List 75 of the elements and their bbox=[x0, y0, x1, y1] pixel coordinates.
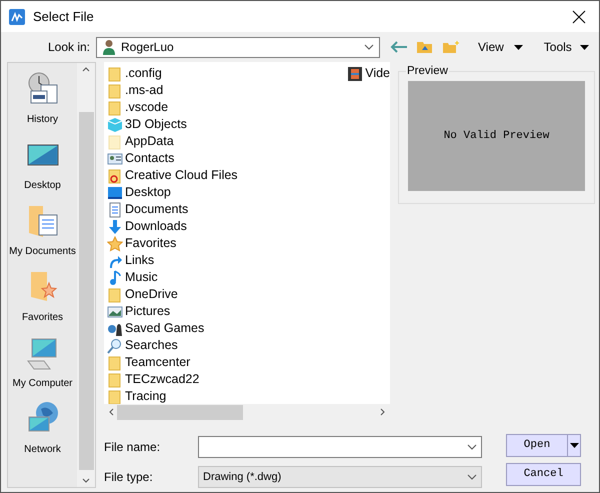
scroll-down-icon[interactable] bbox=[82, 478, 90, 483]
user-icon bbox=[102, 39, 116, 55]
star-icon bbox=[107, 236, 123, 252]
folder-icon bbox=[107, 388, 123, 404]
back-button[interactable] bbox=[390, 39, 408, 55]
film-icon bbox=[347, 66, 364, 82]
file-item[interactable]: Documents bbox=[107, 201, 348, 218]
tools-menu-button[interactable]: Tools bbox=[544, 38, 589, 56]
file-item[interactable]: Links bbox=[107, 252, 348, 269]
file-item[interactable]: Downloads bbox=[107, 218, 348, 235]
desktop-icon bbox=[107, 184, 123, 200]
view-menu-button[interactable]: View bbox=[478, 38, 523, 56]
open-button[interactable]: Open bbox=[506, 434, 568, 457]
window-title: Select File bbox=[33, 8, 94, 26]
folder-icon bbox=[107, 66, 123, 82]
file-name-field[interactable] bbox=[198, 436, 482, 458]
preview-area: No Valid Preview bbox=[408, 81, 585, 191]
file-item[interactable]: Music bbox=[107, 269, 348, 286]
file-item[interactable]: Teamcenter bbox=[107, 354, 348, 371]
chevron-down-icon bbox=[364, 44, 374, 50]
caret-icon bbox=[514, 44, 523, 50]
document-icon bbox=[107, 202, 123, 218]
folder-icon bbox=[107, 372, 123, 388]
scroll-up-icon[interactable] bbox=[82, 67, 90, 72]
contact-card-icon bbox=[107, 150, 123, 166]
file-name-label: File name: bbox=[104, 439, 162, 456]
file-item[interactable]: AppData bbox=[107, 133, 348, 150]
up-folder-button[interactable] bbox=[416, 39, 434, 55]
folder-icon bbox=[107, 286, 123, 302]
app-logo-icon bbox=[9, 8, 25, 24]
places-item[interactable]: My Computer bbox=[12, 335, 72, 391]
file-item[interactable]: .vscode bbox=[107, 99, 348, 116]
close-icon bbox=[572, 10, 586, 24]
search-icon bbox=[107, 338, 123, 354]
cube-icon bbox=[107, 116, 123, 132]
file-item[interactable]: Tracing bbox=[107, 388, 348, 404]
look-in-dropdown[interactable]: RogerLuo bbox=[96, 36, 380, 58]
vertical-scrollbar[interactable] bbox=[77, 63, 95, 487]
places-item[interactable]: My Documents bbox=[9, 203, 76, 259]
file-type-label: File type: bbox=[104, 469, 154, 486]
file-item[interactable]: .config bbox=[107, 65, 348, 82]
folder-icon bbox=[107, 100, 123, 116]
chevron-down-icon bbox=[467, 474, 477, 480]
folder-icon bbox=[107, 134, 123, 150]
file-item[interactable]: OneDrive bbox=[107, 286, 348, 303]
cancel-button[interactable]: Cancel bbox=[506, 463, 581, 486]
places-item[interactable]: Desktop bbox=[24, 137, 61, 193]
file-item[interactable]: Searches bbox=[107, 337, 348, 354]
down-arrow-icon bbox=[107, 218, 123, 234]
file-item[interactable]: Creative Cloud Files bbox=[107, 167, 348, 184]
folder-icon bbox=[107, 354, 123, 370]
scroll-left-icon[interactable] bbox=[109, 408, 114, 416]
file-item[interactable]: .ms-ad bbox=[107, 82, 348, 99]
caret-icon bbox=[580, 44, 589, 50]
file-type-dropdown[interactable]: Drawing (*.dwg) bbox=[198, 466, 482, 488]
file-item[interactable]: Contacts bbox=[107, 150, 348, 167]
file-item[interactable]: TECzwcad22 bbox=[107, 371, 348, 388]
file-item[interactable]: Desktop bbox=[107, 184, 348, 201]
chevron-down-icon bbox=[467, 444, 477, 450]
places-item[interactable]: Network bbox=[24, 401, 61, 457]
file-item[interactable]: Favorites bbox=[107, 235, 348, 252]
music-note-icon bbox=[107, 270, 123, 286]
open-options-button[interactable] bbox=[568, 434, 581, 457]
folder-icon bbox=[107, 82, 123, 98]
scroll-right-icon[interactable] bbox=[380, 408, 385, 416]
places-item[interactable]: Favorites bbox=[22, 269, 64, 325]
caret-icon bbox=[570, 443, 578, 448]
file-item[interactable]: Vide bbox=[347, 65, 390, 82]
file-item[interactable]: 3D Objects bbox=[107, 116, 348, 133]
file-item[interactable]: Saved Games bbox=[107, 320, 348, 337]
places-item[interactable]: History bbox=[24, 71, 60, 127]
file-item[interactable]: Pictures bbox=[107, 303, 348, 320]
folder-icon bbox=[107, 168, 123, 184]
picture-icon bbox=[107, 304, 123, 320]
look-in-label: Look in: bbox=[46, 39, 91, 56]
